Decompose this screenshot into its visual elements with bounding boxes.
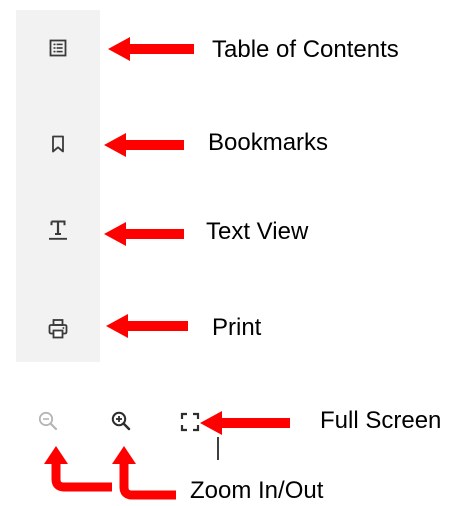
- text-view-button[interactable]: [44, 216, 72, 244]
- arrow-text-view: [104, 222, 184, 246]
- label-full-screen: Full Screen: [320, 407, 442, 434]
- full-screen-icon: [180, 412, 200, 432]
- zoom-out-button[interactable]: [34, 407, 62, 435]
- arrow-full-screen: [200, 411, 290, 435]
- arrow-table-of-contents: [108, 37, 194, 61]
- arrow-zoom-out: [44, 446, 112, 492]
- zoom-out-icon: [38, 411, 58, 431]
- arrow-print: [106, 314, 188, 338]
- arrow-bookmarks: [104, 133, 184, 157]
- label-table-of-contents: Table of Contents: [212, 36, 399, 63]
- table-of-contents-button[interactable]: [44, 34, 72, 62]
- full-screen-button[interactable]: [176, 408, 204, 436]
- label-text-view: Text View: [206, 218, 309, 245]
- sidebar-panel: [16, 10, 100, 362]
- bookmark-icon: [52, 135, 64, 153]
- label-print: Print: [212, 314, 262, 341]
- print-icon: [48, 319, 68, 339]
- arrow-zoom-in: [112, 446, 176, 500]
- zoom-in-button[interactable]: [107, 407, 135, 435]
- bookmarks-button[interactable]: [44, 130, 72, 158]
- table-of-contents-icon: [49, 39, 67, 57]
- label-bookmarks: Bookmarks: [208, 129, 329, 156]
- text-view-icon: [49, 220, 67, 240]
- label-zoom-in-out: Zoom In/Out: [190, 477, 324, 504]
- print-button[interactable]: [44, 315, 72, 343]
- zoom-in-icon: [111, 411, 131, 431]
